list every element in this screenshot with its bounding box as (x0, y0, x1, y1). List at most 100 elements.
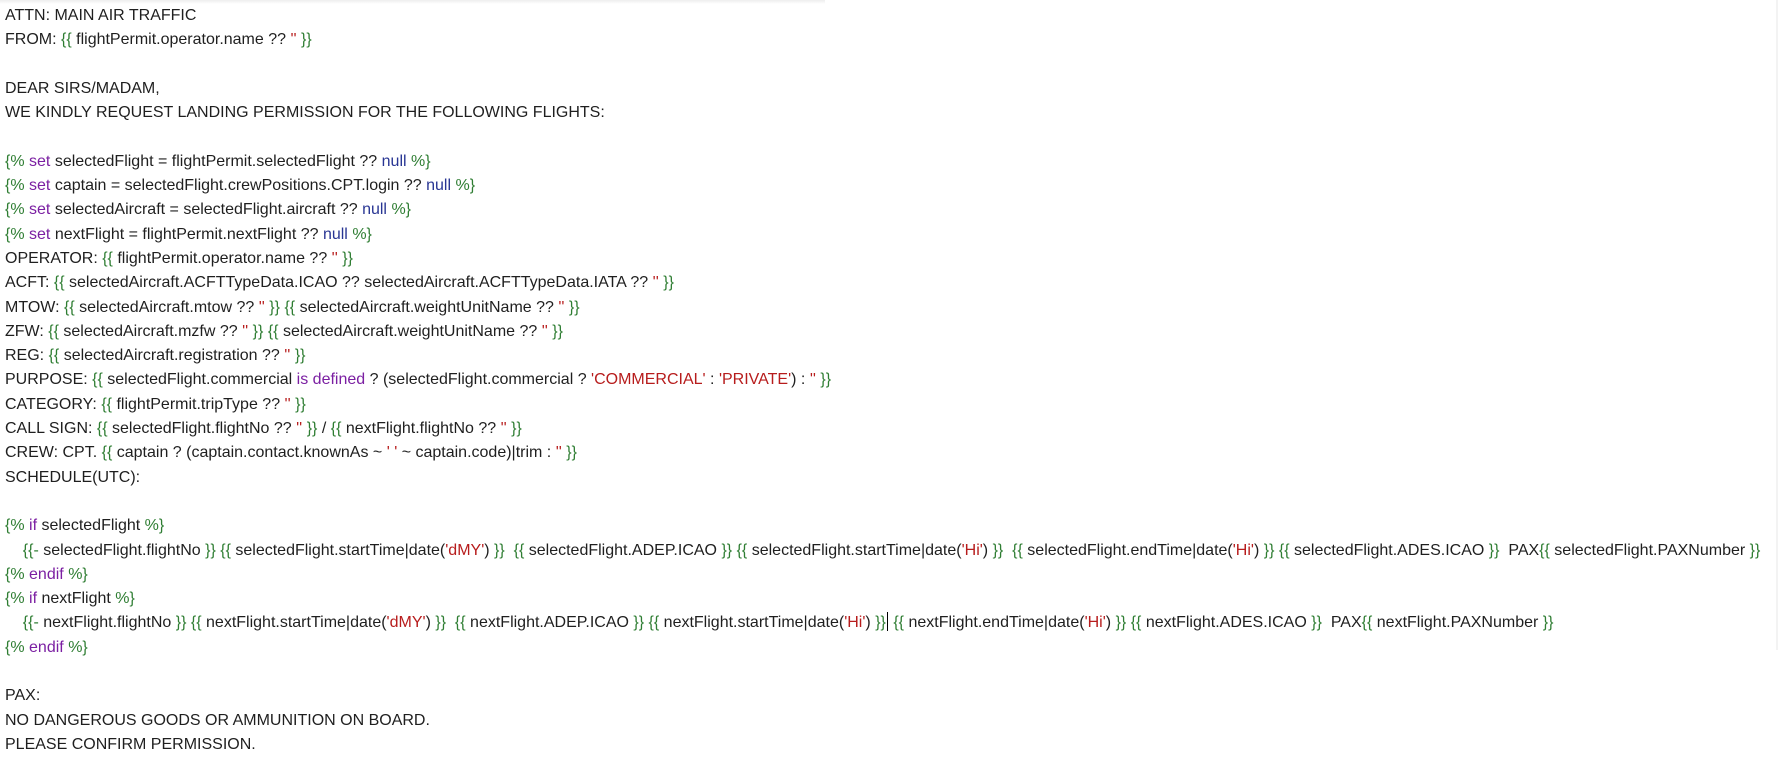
code-token-delim: }} (205, 541, 216, 559)
editor-line[interactable]: {% set selectedAircraft = selectedFlight… (5, 198, 1778, 222)
code-token-str: ' ' (386, 444, 398, 462)
code-token-delim: {{ (53, 274, 65, 292)
editor-line[interactable] (5, 125, 1778, 149)
code-token-delim: }} (269, 298, 280, 316)
code-token-delim: {{ (92, 371, 103, 389)
code-token-text: ) (1253, 541, 1264, 559)
code-token-text: PAX: (5, 687, 41, 705)
code-token-kw: if (29, 517, 38, 535)
editor-line[interactable]: {% if selectedFlight %} (5, 514, 1778, 538)
code-token-text: selectedFlight.flightNo (38, 541, 206, 559)
code-token-delim: }} (252, 322, 264, 340)
code-token-delim: {% (5, 638, 25, 656)
code-token-delim: %} (455, 177, 476, 195)
code-token-kw: set (29, 177, 51, 195)
code-token-text: nextFlight.PAXNumber (1372, 614, 1543, 632)
text-cursor (886, 612, 888, 632)
code-token-delim: }} (568, 298, 580, 316)
code-token-delim: }} (1488, 541, 1500, 559)
editor-line[interactable]: WE KINDLY REQUEST LANDING PERMISSION FOR… (5, 101, 1778, 125)
editor-line[interactable]: REG: {{ selectedAircraft.registration ??… (5, 344, 1778, 368)
editor-line[interactable]: ACFT: {{ selectedAircraft.ACFTTypeData.I… (5, 271, 1778, 295)
editor-line[interactable]: SCHEDULE(UTC): (5, 466, 1778, 490)
editor-line[interactable]: CREW: CPT. {{ captain ? (captain.contact… (5, 441, 1778, 465)
code-token-delim: }} (1749, 541, 1761, 559)
code-token-text: nextFlight.ADES.ICAO (1141, 614, 1312, 632)
editor-line[interactable]: {% endif %} (5, 563, 1778, 587)
code-token-delim: {{ (454, 614, 466, 632)
code-token-delim: {{ (284, 298, 296, 316)
editor-line[interactable]: MTOW: {{ selectedAircraft.mtow ?? '' }} … (5, 296, 1778, 320)
code-token-text: ) (982, 541, 993, 559)
code-token-text: DEAR SIRS/MADAM, (5, 79, 160, 97)
code-token-text: PLEASE CONFIRM PERMISSION. (5, 735, 256, 753)
code-token-text: selectedAircraft.ACFTTypeData.ICAO ?? se… (64, 274, 653, 292)
template-code-editor[interactable]: ATTN: MAIN AIR TRAFFIC FROM: {{ flightPer… (0, 0, 1778, 755)
editor-line[interactable]: PURPOSE: {{ selectedFlight.commercial is… (5, 368, 1778, 392)
code-token-text: selectedFlight = flightPermit.selectedFl… (50, 152, 382, 170)
code-token-text: nextFlight.startTime|date( (659, 614, 845, 632)
code-token-delim: {% (5, 517, 25, 535)
code-token-text: selectedFlight.PAXNumber (1549, 541, 1750, 559)
editor-line[interactable]: {% set selectedFlight = flightPermit.sel… (5, 150, 1778, 174)
editor-line[interactable]: {{- nextFlight.flightNo }} {{ nextFlight… (5, 611, 1778, 635)
code-token-text: selectedAircraft.registration ?? (59, 347, 285, 365)
editor-line[interactable]: NO DANGEROUS GOODS OR AMMUNITION ON BOAR… (5, 709, 1778, 733)
editor-line[interactable]: {% set captain = selectedFlight.crewPosi… (5, 174, 1778, 198)
code-token-delim: }} (633, 614, 645, 632)
code-token-delim: }} (1263, 541, 1275, 559)
code-token-delim: }} (1542, 614, 1554, 632)
editor-line[interactable] (5, 53, 1778, 77)
code-token-text: PAX (1321, 614, 1362, 632)
code-token-text: selectedFlight.ADES.ICAO (1289, 541, 1489, 559)
code-token-delim: {% (5, 152, 25, 170)
code-token-kw: endif (29, 638, 64, 656)
editor-line[interactable]: PAX: (5, 684, 1778, 708)
editor-line[interactable]: DEAR SIRS/MADAM, (5, 77, 1778, 101)
code-token-text: flightPermit.tripType ?? (112, 395, 285, 413)
code-token-text: ATTN: MAIN AIR TRAFFIC (5, 7, 197, 24)
editor-line[interactable]: ZFW: {{ selectedAircraft.mzfw ?? '' }} {… (5, 320, 1778, 344)
code-token-delim: %} (144, 517, 165, 535)
editor-line[interactable] (5, 660, 1778, 684)
code-token-delim: }} (435, 614, 447, 632)
editor-line[interactable]: PLEASE CONFIRM PERMISSION. (5, 733, 1778, 757)
code-token-text: nextFlight = flightPermit.nextFlight ?? (50, 225, 323, 243)
editor-line[interactable] (5, 490, 1778, 514)
code-token-delim: {{ (101, 395, 113, 413)
code-token-text: selectedFlight.ADEP.ICAO (524, 541, 722, 559)
code-token-text: MTOW: (5, 298, 64, 316)
code-token-delim: {{ (1012, 541, 1023, 559)
editor-line[interactable]: OPERATOR: {{ flightPermit.operator.name … (5, 247, 1778, 271)
code-token-kw: set (29, 201, 51, 219)
code-token-delim: }} (494, 541, 505, 559)
code-token-delim: }} (1115, 614, 1127, 632)
code-token-str: 'Hi' (844, 614, 866, 632)
code-token-delim: }} (552, 322, 563, 340)
code-token-str: 'PRIVATE' (718, 371, 792, 389)
editor-line[interactable]: CATEGORY: {{ flightPermit.tripType ?? ''… (5, 393, 1778, 417)
editor-line[interactable]: {% if nextFlight %} (5, 587, 1778, 611)
code-token-delim: {{ (220, 541, 231, 559)
editor-line[interactable]: {% endif %} (5, 636, 1778, 660)
editor-line[interactable]: ATTN: MAIN AIR TRAFFIC (5, 4, 1778, 28)
editor-line[interactable]: CALL SIGN: {{ selectedFlight.flightNo ??… (5, 417, 1778, 441)
code-token-text: FROM: (5, 31, 61, 49)
code-token-text: captain = selectedFlight.crewPositions.C… (50, 177, 427, 195)
code-token-delim: {{ (736, 541, 748, 559)
editor-line[interactable]: {{- selectedFlight.flightNo }} {{ select… (5, 539, 1778, 563)
code-token-text: ) (484, 541, 495, 559)
code-token-str: 'Hi' (961, 541, 983, 559)
code-token-text: ) (865, 614, 876, 632)
code-token-delim: }} (294, 347, 306, 365)
code-token-text: selectedFlight.endTime|date( (1022, 541, 1233, 559)
code-token-delim: {{ (330, 420, 342, 438)
code-token-delim: {{ (48, 322, 59, 340)
editor-line[interactable]: FROM: {{ flightPermit.operator.name ?? '… (5, 28, 1778, 52)
editor-line[interactable]: {% set nextFlight = flightPermit.nextFli… (5, 223, 1778, 247)
code-token-text: selectedAircraft.weightUnitName ?? (295, 298, 559, 316)
code-token-text: selectedAircraft = selectedFlight.aircra… (50, 201, 363, 219)
